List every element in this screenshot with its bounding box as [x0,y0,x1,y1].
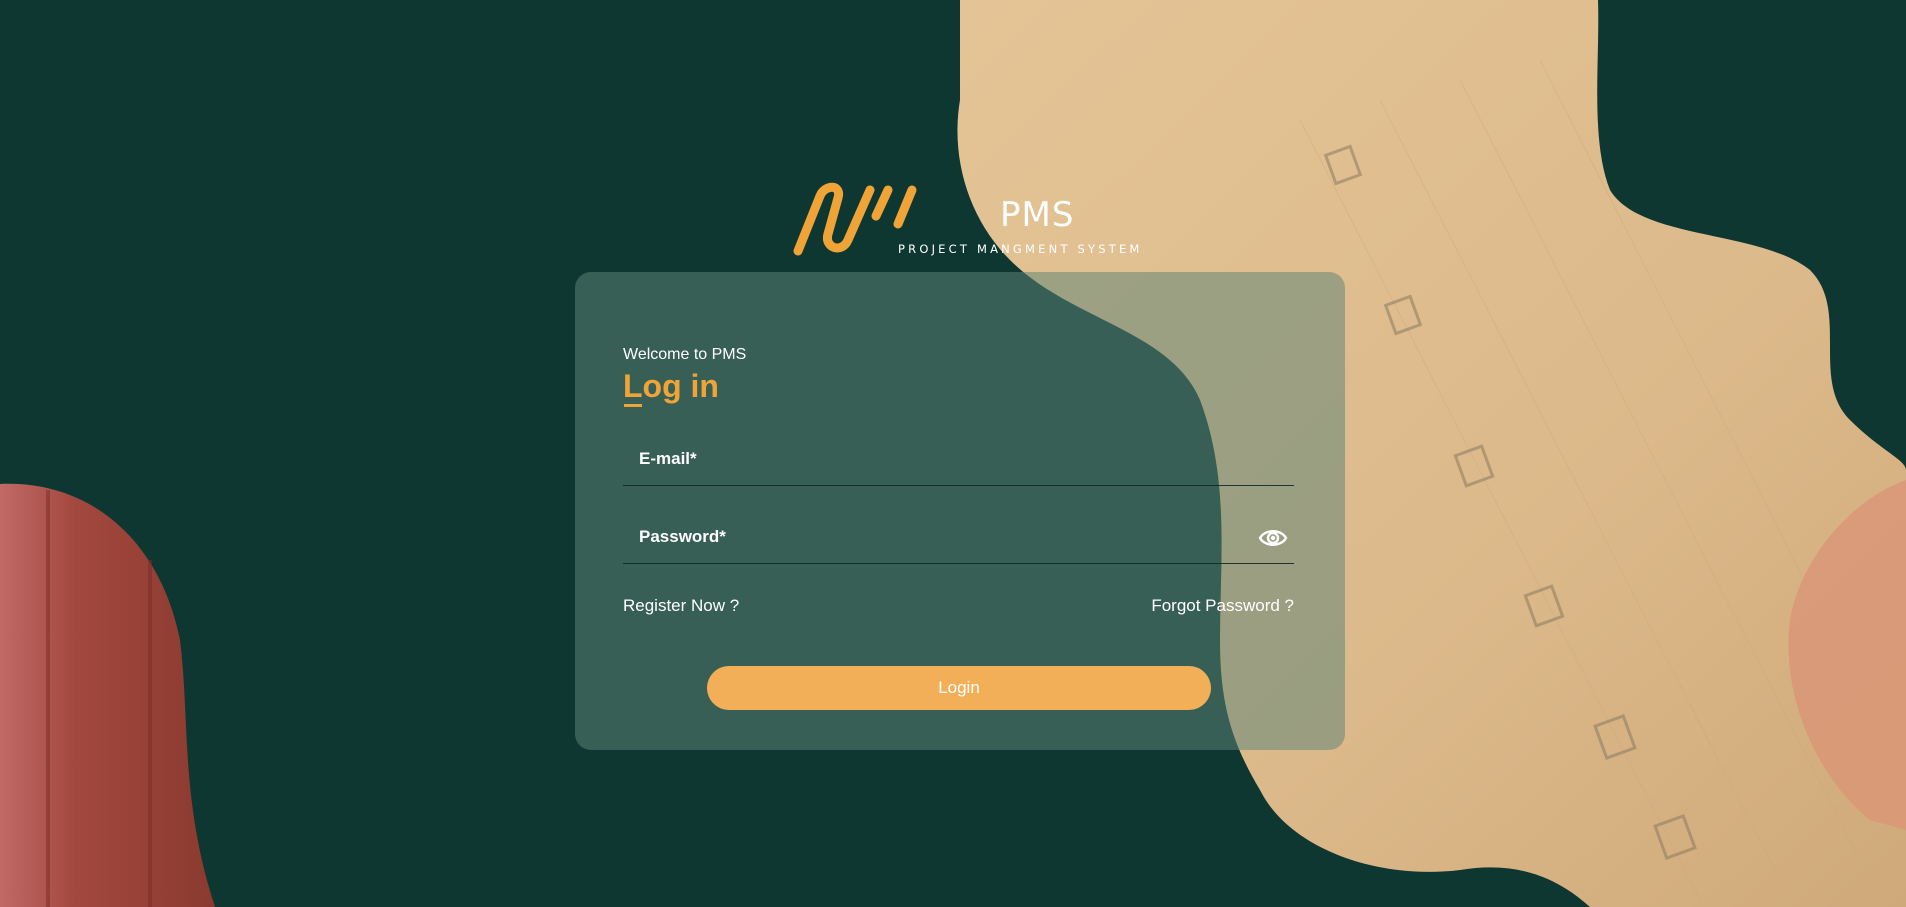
eye-icon[interactable] [1258,525,1288,551]
password-field[interactable]: Password* [623,513,1294,564]
page-title: Log in [623,368,719,404]
register-link[interactable]: Register Now ? [623,596,739,616]
login-button[interactable]: Login [707,666,1211,710]
forgot-password-link[interactable]: Forgot Password ? [1151,596,1294,616]
left-image-blob [0,483,215,907]
login-card: Welcome to PMS Log in E-mail* Password* … [575,272,1345,750]
welcome-text: Welcome to PMS [623,346,747,363]
logo-subtitle: PROJECT MANGMENT SYSTEM [898,242,1143,256]
logo-title: PMS [1000,195,1075,235]
app-logo: PMS PROJECT MANGMENT SYSTEM [790,176,1140,262]
password-input[interactable] [623,513,1294,563]
email-input[interactable] [623,435,1294,485]
email-field[interactable]: E-mail* [623,435,1294,486]
heading-underline [624,404,642,407]
